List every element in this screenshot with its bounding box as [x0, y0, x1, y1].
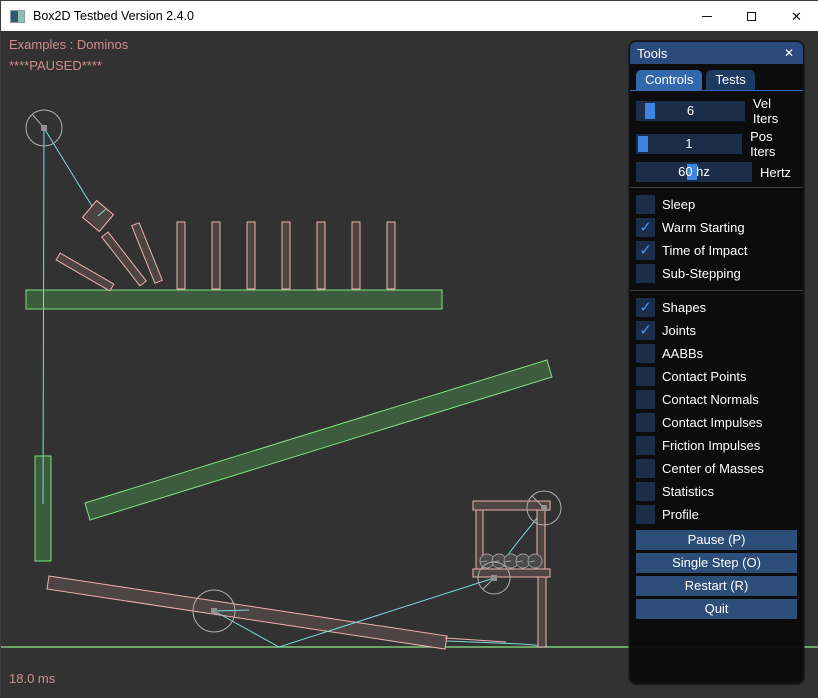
- vel-iters-row: 6 Vel Iters: [636, 96, 797, 126]
- app-icon: [10, 10, 25, 23]
- hertz-row: 60 hz Hertz: [636, 162, 797, 182]
- pos-iters-label: Pos Iters: [750, 129, 797, 159]
- minimize-button[interactable]: [684, 1, 729, 31]
- checkbox-shapes[interactable]: ✓ Shapes: [636, 296, 797, 319]
- tab-bar: Controls Tests: [630, 70, 803, 91]
- beam-pivot-joint: [211, 608, 217, 614]
- tab-controls[interactable]: Controls: [636, 70, 702, 90]
- stand-structure: [473, 501, 550, 647]
- checkbox-label: Center of Masses: [662, 461, 764, 476]
- green-ramp: [85, 360, 552, 520]
- checkbox-statistics[interactable]: ✓ Statistics: [636, 480, 797, 503]
- paused-label: ****PAUSED****: [9, 58, 102, 73]
- checkbox-box[interactable]: ✓: [636, 241, 655, 260]
- vel-iters-slider[interactable]: 6: [636, 101, 745, 121]
- checkbox-warm-starting[interactable]: ✓ Warm Starting: [636, 216, 797, 239]
- separator: [630, 187, 803, 188]
- separator: [630, 290, 803, 291]
- frame-time-label: 18.0 ms: [9, 671, 55, 686]
- tools-panel: Tools ✕ Controls Tests 6 Vel Iters 1 Pos…: [629, 41, 804, 684]
- checkbox-label: Joints: [662, 323, 696, 338]
- pos-iters-value: 1: [685, 136, 692, 151]
- checkbox-box[interactable]: ✓: [636, 459, 655, 478]
- single-step-button[interactable]: Single Step (O): [636, 553, 797, 573]
- tab-tests[interactable]: Tests: [706, 70, 754, 90]
- slider-grab[interactable]: [645, 103, 655, 119]
- checkbox-center-of-masses[interactable]: ✓ Center of Masses: [636, 457, 797, 480]
- checkbox-label: Contact Points: [662, 369, 747, 384]
- checkbox-sub-stepping[interactable]: ✓ Sub-Stepping: [636, 262, 797, 285]
- checkbox-label: Warm Starting: [662, 220, 745, 235]
- checkbox-label: Statistics: [662, 484, 714, 499]
- pendulum-rope-vertical: [43, 128, 44, 504]
- checkbox-contact-impulses[interactable]: ✓ Contact Impulses: [636, 411, 797, 434]
- maximize-button[interactable]: [729, 1, 774, 31]
- lower-pulley-joint: [491, 575, 497, 581]
- hertz-label: Hertz: [760, 165, 791, 180]
- checkbox-box[interactable]: ✓: [636, 482, 655, 501]
- checkbox-label: Sub-Stepping: [662, 266, 741, 281]
- checkbox-label: Sleep: [662, 197, 695, 212]
- check-icon: ✓: [639, 243, 652, 258]
- window-titlebar: Box2D Testbed Version 2.4.0 ✕: [1, 1, 818, 31]
- checkbox-contact-points[interactable]: ✓ Contact Points: [636, 365, 797, 388]
- checkbox-box[interactable]: ✓: [636, 505, 655, 524]
- fallen-dominoes: [56, 223, 162, 291]
- checkbox-box[interactable]: ✓: [636, 321, 655, 340]
- upright-dominoes: [177, 222, 395, 289]
- checkbox-label: AABBs: [662, 346, 703, 361]
- checkbox-box[interactable]: ✓: [636, 218, 655, 237]
- restart-button[interactable]: Restart (R): [636, 576, 797, 596]
- hertz-value: 60 hz: [678, 164, 710, 179]
- pos-iters-slider[interactable]: 1: [636, 134, 742, 154]
- checkbox-time-of-impact[interactable]: ✓ Time of Impact: [636, 239, 797, 262]
- example-name-label: Examples : Dominos: [9, 37, 128, 52]
- checkbox-label: Time of Impact: [662, 243, 747, 258]
- slider-grab[interactable]: [638, 136, 648, 152]
- stand-shelf: [473, 569, 550, 577]
- minimize-icon: [702, 16, 712, 17]
- checkbox-label: Contact Impulses: [662, 415, 762, 430]
- maximize-icon: [747, 12, 756, 21]
- pendulum-anchor-joint: [41, 125, 47, 131]
- checkbox-profile[interactable]: ✓ Profile: [636, 503, 797, 526]
- checkbox-box[interactable]: ✓: [636, 413, 655, 432]
- checkbox-label: Friction Impulses: [662, 438, 760, 453]
- check-icon: ✓: [639, 220, 652, 235]
- hertz-slider[interactable]: 60 hz: [636, 162, 752, 182]
- tools-panel-close-icon[interactable]: ✕: [782, 46, 796, 60]
- checkbox-joints[interactable]: ✓ Joints: [636, 319, 797, 342]
- checkbox-label: Shapes: [662, 300, 706, 315]
- checkbox-box[interactable]: ✓: [636, 436, 655, 455]
- checkbox-box[interactable]: ✓: [636, 264, 655, 283]
- checkbox-sleep[interactable]: ✓ Sleep: [636, 193, 797, 216]
- shelf-balls: [480, 554, 542, 568]
- close-button[interactable]: ✕: [774, 1, 818, 31]
- quit-button[interactable]: Quit: [636, 599, 797, 619]
- pause-button[interactable]: Pause (P): [636, 530, 797, 550]
- domino-shelf: [26, 290, 442, 309]
- tools-panel-title: Tools: [637, 46, 782, 61]
- check-icon: ✓: [639, 323, 652, 338]
- pendulum-rope-diagonal: [44, 128, 98, 216]
- top-pulley-joint: [541, 505, 547, 511]
- vel-iters-label: Vel Iters: [753, 96, 797, 126]
- pos-iters-row: 1 Pos Iters: [636, 129, 797, 159]
- checkbox-friction-impulses[interactable]: ✓ Friction Impulses: [636, 434, 797, 457]
- checkbox-contact-normals[interactable]: ✓ Contact Normals: [636, 388, 797, 411]
- checkbox-box[interactable]: ✓: [636, 344, 655, 363]
- vel-iters-value: 6: [687, 103, 694, 118]
- checkbox-label: Contact Normals: [662, 392, 759, 407]
- close-icon: ✕: [791, 10, 802, 23]
- checkbox-box[interactable]: ✓: [636, 298, 655, 317]
- checkbox-box[interactable]: ✓: [636, 195, 655, 214]
- checkbox-box[interactable]: ✓: [636, 390, 655, 409]
- checkbox-aabbs[interactable]: ✓ AABBs: [636, 342, 797, 365]
- check-icon: ✓: [639, 300, 652, 315]
- checkbox-box[interactable]: ✓: [636, 367, 655, 386]
- checkbox-label: Profile: [662, 507, 699, 522]
- tools-panel-titlebar[interactable]: Tools ✕: [630, 42, 803, 64]
- window-title: Box2D Testbed Version 2.4.0: [33, 9, 194, 23]
- stand-right-leg: [538, 577, 546, 647]
